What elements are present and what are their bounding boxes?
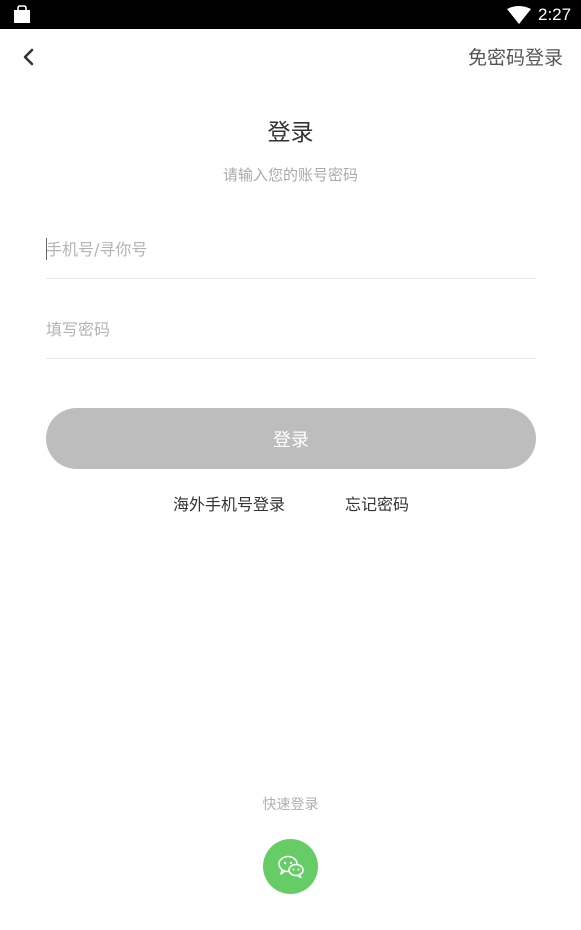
wechat-icon (277, 855, 304, 878)
quick-login-label: 快速登录 (262, 797, 319, 813)
wifi-icon (507, 6, 531, 24)
page-title: 登录 (267, 120, 314, 146)
divider (46, 358, 536, 359)
chevron-left-icon (23, 48, 34, 66)
text-caret (46, 238, 47, 260)
forgot-password-link[interactable]: 忘记密码 (345, 494, 409, 516)
status-time: 2:27 (538, 5, 572, 24)
back-button[interactable] (14, 42, 44, 72)
login-button[interactable]: 登录 (46, 408, 536, 469)
divider (46, 278, 536, 279)
status-bar: 2:27 (0, 0, 581, 29)
page-subtitle: 请输入您的账号密码 (222, 166, 358, 184)
wechat-login-button[interactable] (263, 839, 318, 894)
overseas-phone-login-link[interactable]: 海外手机号登录 (173, 494, 285, 516)
passwordless-login-link[interactable]: 免密码登录 (468, 44, 563, 72)
shopping-bag-icon (12, 5, 32, 24)
phone-input[interactable] (46, 229, 536, 269)
password-input[interactable] (46, 309, 536, 349)
